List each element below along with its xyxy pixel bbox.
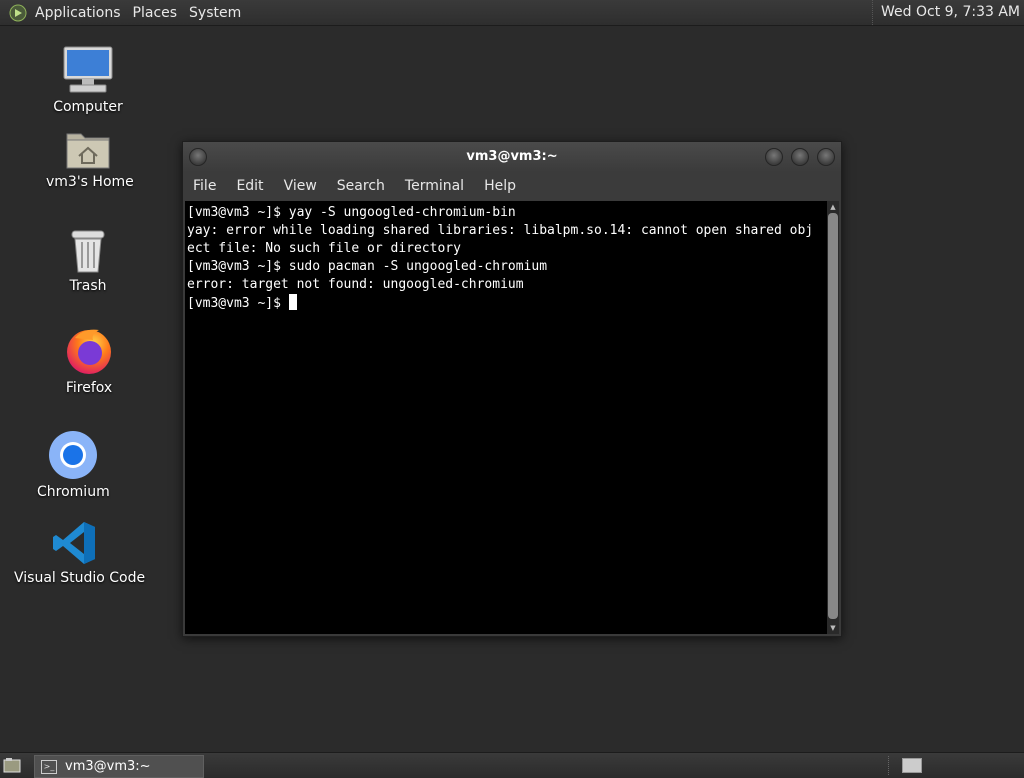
system-menu[interactable]: System [185,5,249,21]
top-panel: Applications Places System Wed Oct 9, 7:… [0,0,1024,26]
desktop-icon-label: Visual Studio Code [14,570,146,586]
window-titlebar[interactable]: vm3@vm3:~ [183,142,841,172]
trash-icon [71,230,105,273]
desktop-icon-label: Firefox [65,380,113,396]
terminal-line: error: target not found: ungoogled-chrom… [187,277,524,292]
menu-edit[interactable]: Edit [226,178,273,194]
desktop-icon-label: Trash [69,278,107,294]
mate-logo-icon[interactable] [9,4,27,22]
menu-view[interactable]: View [274,178,327,194]
home-folder-icon [66,133,110,169]
terminal-icon: >_ [41,759,57,774]
desktop-icon-label: Computer [53,99,123,115]
scroll-up-icon[interactable]: ▲ [827,201,839,213]
menu-terminal[interactable]: Terminal [395,178,474,194]
terminal-line: yay: error while loading shared librarie… [187,223,814,238]
vscode-icon [53,522,95,564]
terminal-menubar: File Edit View Search Terminal Help [183,172,841,200]
close-button[interactable] [817,148,835,166]
chromium-icon [49,431,97,479]
desktop-icon-chromium[interactable]: Chromium [37,430,110,500]
firefox-icon [67,329,111,374]
bottom-panel: >_ vm3@vm3:~ [0,752,1024,778]
terminal-screen[interactable]: [vm3@vm3 ~]$ yay -S ungoogled-chromium-b… [185,201,827,634]
desktop-icon-computer[interactable]: Computer [50,45,126,115]
terminal-line: ect file: No such file or directory [187,241,461,256]
scroll-down-icon[interactable]: ▼ [827,622,839,634]
menu-search[interactable]: Search [327,178,395,194]
taskbar-item-terminal[interactable]: >_ vm3@vm3:~ [34,755,204,778]
scrollbar-thumb[interactable] [828,213,838,619]
maximize-button[interactable] [791,148,809,166]
taskbar-item-label: vm3@vm3:~ [65,759,151,774]
minimize-button[interactable] [765,148,783,166]
menu-file[interactable]: File [183,178,226,194]
computer-icon [63,46,113,93]
desktop-icon-home[interactable]: vm3's Home [46,128,134,190]
terminal-scrollbar[interactable]: ▲ ▼ [827,201,839,634]
window-title: vm3@vm3:~ [466,149,558,164]
menu-help[interactable]: Help [474,178,526,194]
applications-menu[interactable]: Applications [31,5,129,21]
terminal-line: [vm3@vm3 ~]$ yay -S ungoogled-chromium-b… [187,205,516,220]
desktop-icon-vscode[interactable]: Visual Studio Code [14,520,146,586]
terminal-line: [vm3@vm3 ~]$ sudo pacman -S ungoogled-ch… [187,259,548,274]
desktop-icon-label: vm3's Home [46,174,134,190]
desktop-icon-label: Chromium [37,484,110,500]
tray-separator [888,756,890,775]
workspace-switcher[interactable] [902,758,922,773]
terminal-prompt-line: [vm3@vm3 ~]$ [185,294,827,313]
text-cursor [288,294,297,310]
show-desktop-icon[interactable] [3,757,21,773]
clock[interactable]: Wed Oct 9, 7:33 AM [872,0,1020,25]
desktop-icon-trash[interactable]: Trash [58,228,118,294]
desktop-icon-firefox[interactable]: Firefox [58,326,120,396]
terminal-prompt: [vm3@vm3 ~]$ [187,296,289,311]
places-menu[interactable]: Places [129,5,186,21]
terminal-window[interactable]: vm3@vm3:~ File Edit View Search Terminal… [182,141,842,637]
